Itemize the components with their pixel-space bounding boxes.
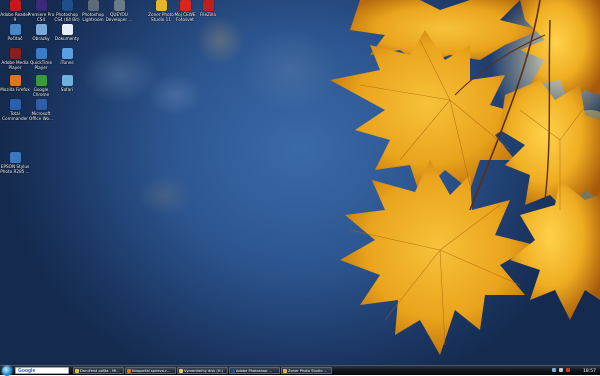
taskbar-button[interactable]: fotoportál sprievo.c... xyxy=(125,367,176,374)
folder-icon xyxy=(179,369,183,373)
taskbar-button[interactable]: Vymeniteľný disk (H:) xyxy=(177,367,228,374)
premiere-icon xyxy=(35,0,47,11)
photoshop-icon xyxy=(61,0,73,11)
desktop-icon-label: QUEYOU Developer ... xyxy=(105,12,133,22)
printer-icon xyxy=(9,152,21,163)
taskbar-button[interactable]: Zoner Photo Studio ... xyxy=(281,367,332,374)
volume-icon[interactable] xyxy=(559,368,563,372)
taskbar-button-label: fotoportál sprievo.c... xyxy=(132,369,171,373)
desktop-icon[interactable]: EPSON Stylus Photo R285 ... xyxy=(0,152,30,174)
safari-icon xyxy=(61,75,73,86)
mail-icon xyxy=(75,369,79,373)
adobe-reader-icon xyxy=(9,0,21,11)
firefox-icon xyxy=(9,75,21,86)
desktop-icon-label: Dokumenty xyxy=(54,36,80,41)
autumn-leaves-wallpaper xyxy=(330,0,600,355)
desktop[interactable]: Adobe Reader 9 Premiere Pro CS4 Photoshop … xyxy=(0,0,600,365)
quicktime-icon xyxy=(35,48,47,59)
pictures-icon xyxy=(35,24,47,35)
google-search-label: Google xyxy=(18,368,36,374)
desktop-icon-label: iTunes xyxy=(60,60,74,65)
total-commander-icon xyxy=(9,99,21,110)
taskbar-button-label: Adobe Photoshop ... xyxy=(236,369,272,373)
taskbar-button[interactable]: Adobe Photoshop ... xyxy=(229,367,280,374)
documents-icon xyxy=(61,24,73,35)
desktop-icon[interactable]: iTunes xyxy=(52,48,82,65)
taskbar-button-label: Doručená pošta - Mi... xyxy=(80,369,120,373)
desktop-icon[interactable]: Safari xyxy=(52,75,82,92)
photoshop-icon xyxy=(231,369,235,373)
desktop-icon[interactable]: FileZilla xyxy=(193,0,223,17)
chrome-icon xyxy=(35,75,47,86)
google-search-box[interactable]: Google xyxy=(15,367,69,374)
cewe-icon xyxy=(179,0,191,11)
taskbar-button-label: Zoner Photo Studio ... xyxy=(288,369,328,373)
browser-icon xyxy=(127,369,131,373)
taskbar: Google Doručená pošta - Mi... fotoportál … xyxy=(0,365,600,376)
developer-icon xyxy=(113,0,125,11)
computer-icon xyxy=(9,24,21,35)
taskbar-button-label: Vymeniteľný disk (H:) xyxy=(184,369,224,373)
itunes-icon xyxy=(61,48,73,59)
zoner-icon xyxy=(155,0,167,11)
media-player-icon xyxy=(9,48,21,59)
desktop-icon-label: Microsoft Office Wo... xyxy=(29,111,53,121)
word-icon xyxy=(35,99,47,110)
lightroom-icon xyxy=(87,0,99,11)
network-icon[interactable] xyxy=(552,368,556,372)
tray-app-icon[interactable] xyxy=(566,368,570,372)
desktop-icon-label: FileZilla xyxy=(200,12,216,17)
desktop-icon[interactable]: Microsoft Office Wo... xyxy=(26,99,56,121)
desktop-icon[interactable]: Dokumenty xyxy=(52,24,82,41)
zoner-icon xyxy=(283,369,287,373)
clock[interactable]: 18:57 xyxy=(583,368,596,375)
taskbar-button[interactable]: Doručená pošta - Mi... xyxy=(73,367,124,374)
desktop-icon-label: Safari xyxy=(60,87,74,92)
desktop-icon-label: EPSON Stylus Photo R285 ... xyxy=(0,164,30,174)
system-tray: 18:57 xyxy=(548,367,598,374)
desktop-icon[interactable]: QUEYOU Developer ... xyxy=(104,0,134,22)
filezilla-icon xyxy=(202,0,214,11)
